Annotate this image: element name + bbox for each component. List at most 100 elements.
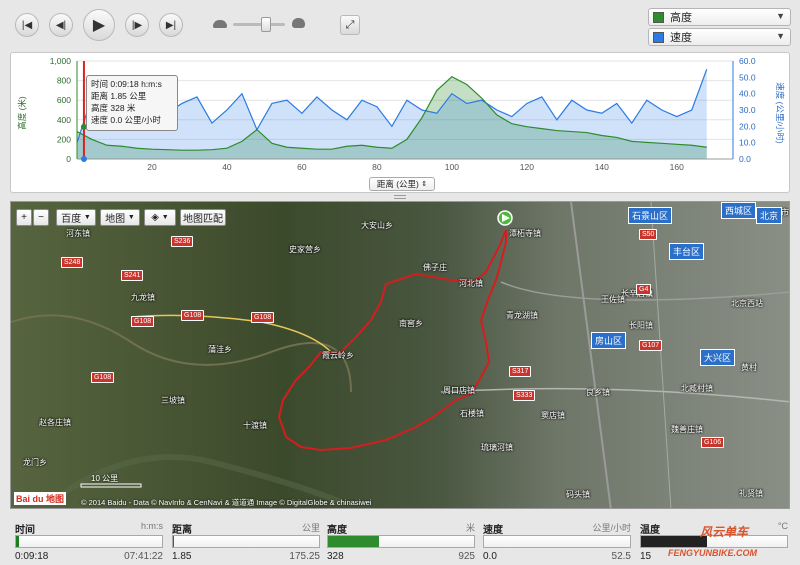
series-select-label: 高度 <box>670 12 692 24</box>
road-shield: G106 <box>701 437 725 448</box>
step-back-icon: ◀| <box>55 19 67 31</box>
x-tick-label: 60 <box>297 162 307 172</box>
map-place-label: 王佐镇 <box>601 295 625 304</box>
watermark: 风云单车 <box>700 525 749 539</box>
speed-slider[interactable] <box>233 17 285 32</box>
map-place-label: 长阳镇 <box>629 321 653 330</box>
district-label: 西城区 <box>721 202 757 219</box>
layers-button[interactable]: ◈ ▼ <box>144 209 176 226</box>
speed-slider-handle[interactable] <box>261 17 271 32</box>
turtle-icon <box>213 20 227 28</box>
map-match-button[interactable]: 地图匹配 <box>180 209 226 226</box>
stat-bar <box>15 535 163 548</box>
step-forward-button[interactable]: |▶ <box>125 13 149 37</box>
layers-icon: ◈ <box>151 212 159 223</box>
road-shield: G108 <box>91 372 115 383</box>
map-place-label: 史家营乡 <box>289 245 321 254</box>
watermark-url: FENGYUNBIKE.COM <box>668 548 758 558</box>
x-tick-label: 20 <box>147 162 157 172</box>
stat-max: 175.25 <box>289 551 320 562</box>
y-left-tick-label: 1,000 <box>50 56 72 66</box>
district-label: 北京 <box>756 207 783 224</box>
stat-value: 1.85 <box>172 551 192 562</box>
series-select-label: 速度 <box>670 32 692 44</box>
stat-value: 328 <box>327 551 344 562</box>
stat-0: 时间 h:m:s 0:09:18 07:41:22 <box>15 519 163 563</box>
map-place-label: 潭柘寺镇 <box>509 229 541 238</box>
map-place-label: 九龙镇 <box>131 293 155 302</box>
map-place-label: 河北镇 <box>459 279 483 288</box>
stat-3: 速度 公里/小时 0.0 52.5 <box>483 519 631 563</box>
map-place-label: 南窖乡 <box>399 319 423 328</box>
zoom-in-button[interactable]: + <box>16 209 32 226</box>
zoom-out-label: − <box>38 212 44 223</box>
baidu-logo-text: Bai du 地图 <box>16 494 65 504</box>
splitter-handle[interactable] <box>394 195 406 199</box>
stat-max: 07:41:22 <box>124 551 163 562</box>
district-label: 房山区 <box>591 332 627 349</box>
speed-swatch <box>653 31 664 43</box>
stat-2: 高度 米 328 925 <box>327 519 475 563</box>
stat-value: 0.0 <box>483 551 497 562</box>
stat-unit: 米 <box>465 523 475 533</box>
y-right-tick-label: 10.0 <box>739 138 756 148</box>
chevron-down-icon: ▼ <box>161 214 169 221</box>
skip-back-button[interactable]: |◀ <box>15 13 39 37</box>
skip-forward-button[interactable]: ▶| <box>159 13 183 37</box>
stat-unit: h:m:s <box>140 521 163 531</box>
stat-bar-fill <box>328 536 380 547</box>
map-place-label: 良乡镇 <box>586 388 610 397</box>
map-place-label: 石楼镇 <box>460 409 484 418</box>
map-type-select[interactable]: 地图 ▼ <box>100 209 140 226</box>
map-place-label: 青龙湖镇 <box>506 311 538 320</box>
map-place-label: 北臧村镇 <box>681 384 713 393</box>
stat-1: 距离 公里 1.85 175.25 <box>172 519 320 563</box>
zoom-out-button[interactable]: − <box>33 209 49 226</box>
map-provider-select[interactable]: 百度 ▼ <box>56 209 96 226</box>
series-select-speed[interactable]: 速度 ▼ <box>648 28 791 46</box>
skip-back-icon: |◀ <box>21 19 33 31</box>
baidu-logo: Bai du 地图 <box>14 492 67 505</box>
stat-label: 速度 <box>483 525 503 536</box>
chevron-updown-icon: ⇕ <box>421 181 428 188</box>
x-tick-label: 120 <box>520 162 534 172</box>
road-shield: S317 <box>509 366 532 377</box>
road-shield: S236 <box>171 236 194 247</box>
step-back-button[interactable]: ◀| <box>49 13 73 37</box>
map-place-label: 十渡镇 <box>243 421 267 430</box>
map-view[interactable]: + − 百度 ▼ 地图 ▼ ◈ ▼ 地图匹配 河东镇 大安山乡 史家营乡 潭柘寺镇 佛子… <box>10 201 790 509</box>
stat-max: 52.5 <box>611 551 631 562</box>
stat-value: 15 <box>640 551 652 562</box>
series-select-elevation[interactable]: 高度 ▼ <box>648 8 791 26</box>
map-place-label: 三坡镇 <box>161 396 185 405</box>
y-left-tick-label: 0 <box>66 154 71 164</box>
x-tick-label: 100 <box>445 162 459 172</box>
road-shield: G4 <box>636 284 652 295</box>
play-icon: ▶ <box>92 17 106 34</box>
map-place-label: 北京西站 <box>731 299 763 308</box>
map-place-label: 霞云岭乡 <box>322 351 354 360</box>
x-axis-selector-label: 距离 (公里) <box>376 179 419 189</box>
y-left-axis-title: 高度 (米) <box>17 96 27 130</box>
y-right-tick-label: 40.0 <box>739 89 756 99</box>
x-tick-label: 40 <box>222 162 232 172</box>
district-label: 丰台区 <box>669 243 705 260</box>
road-shield: S241 <box>121 270 144 281</box>
chevron-down-icon: ▼ <box>776 31 785 41</box>
y-right-tick-label: 20.0 <box>739 121 756 131</box>
x-axis-selector[interactable]: 距离 (公里) ⇕ <box>369 177 435 191</box>
stat-bar <box>327 535 475 548</box>
scale-label: 10 公里 <box>91 474 119 483</box>
map-place-label: 赵各庄镇 <box>39 418 71 427</box>
chart-tooltip: 时间 0:09:18 h:m:s 距离 1.85 公里 高度 328 米 速度 … <box>86 75 178 131</box>
road-shield: S50 <box>639 229 658 240</box>
map-place-label: 龙门乡 <box>23 458 47 467</box>
play-button[interactable]: ▶ <box>83 9 115 41</box>
y-right-tick-label: 50.0 <box>739 72 756 82</box>
map-place-label: 码头镇 <box>566 490 590 499</box>
map-place-label: 魏善庄镇 <box>671 425 703 434</box>
fullscreen-button[interactable]: ⤢ <box>340 15 360 35</box>
x-tick-label: 140 <box>595 162 609 172</box>
stat-bar-fill <box>16 536 19 547</box>
map-match-label: 地图匹配 <box>183 214 223 225</box>
